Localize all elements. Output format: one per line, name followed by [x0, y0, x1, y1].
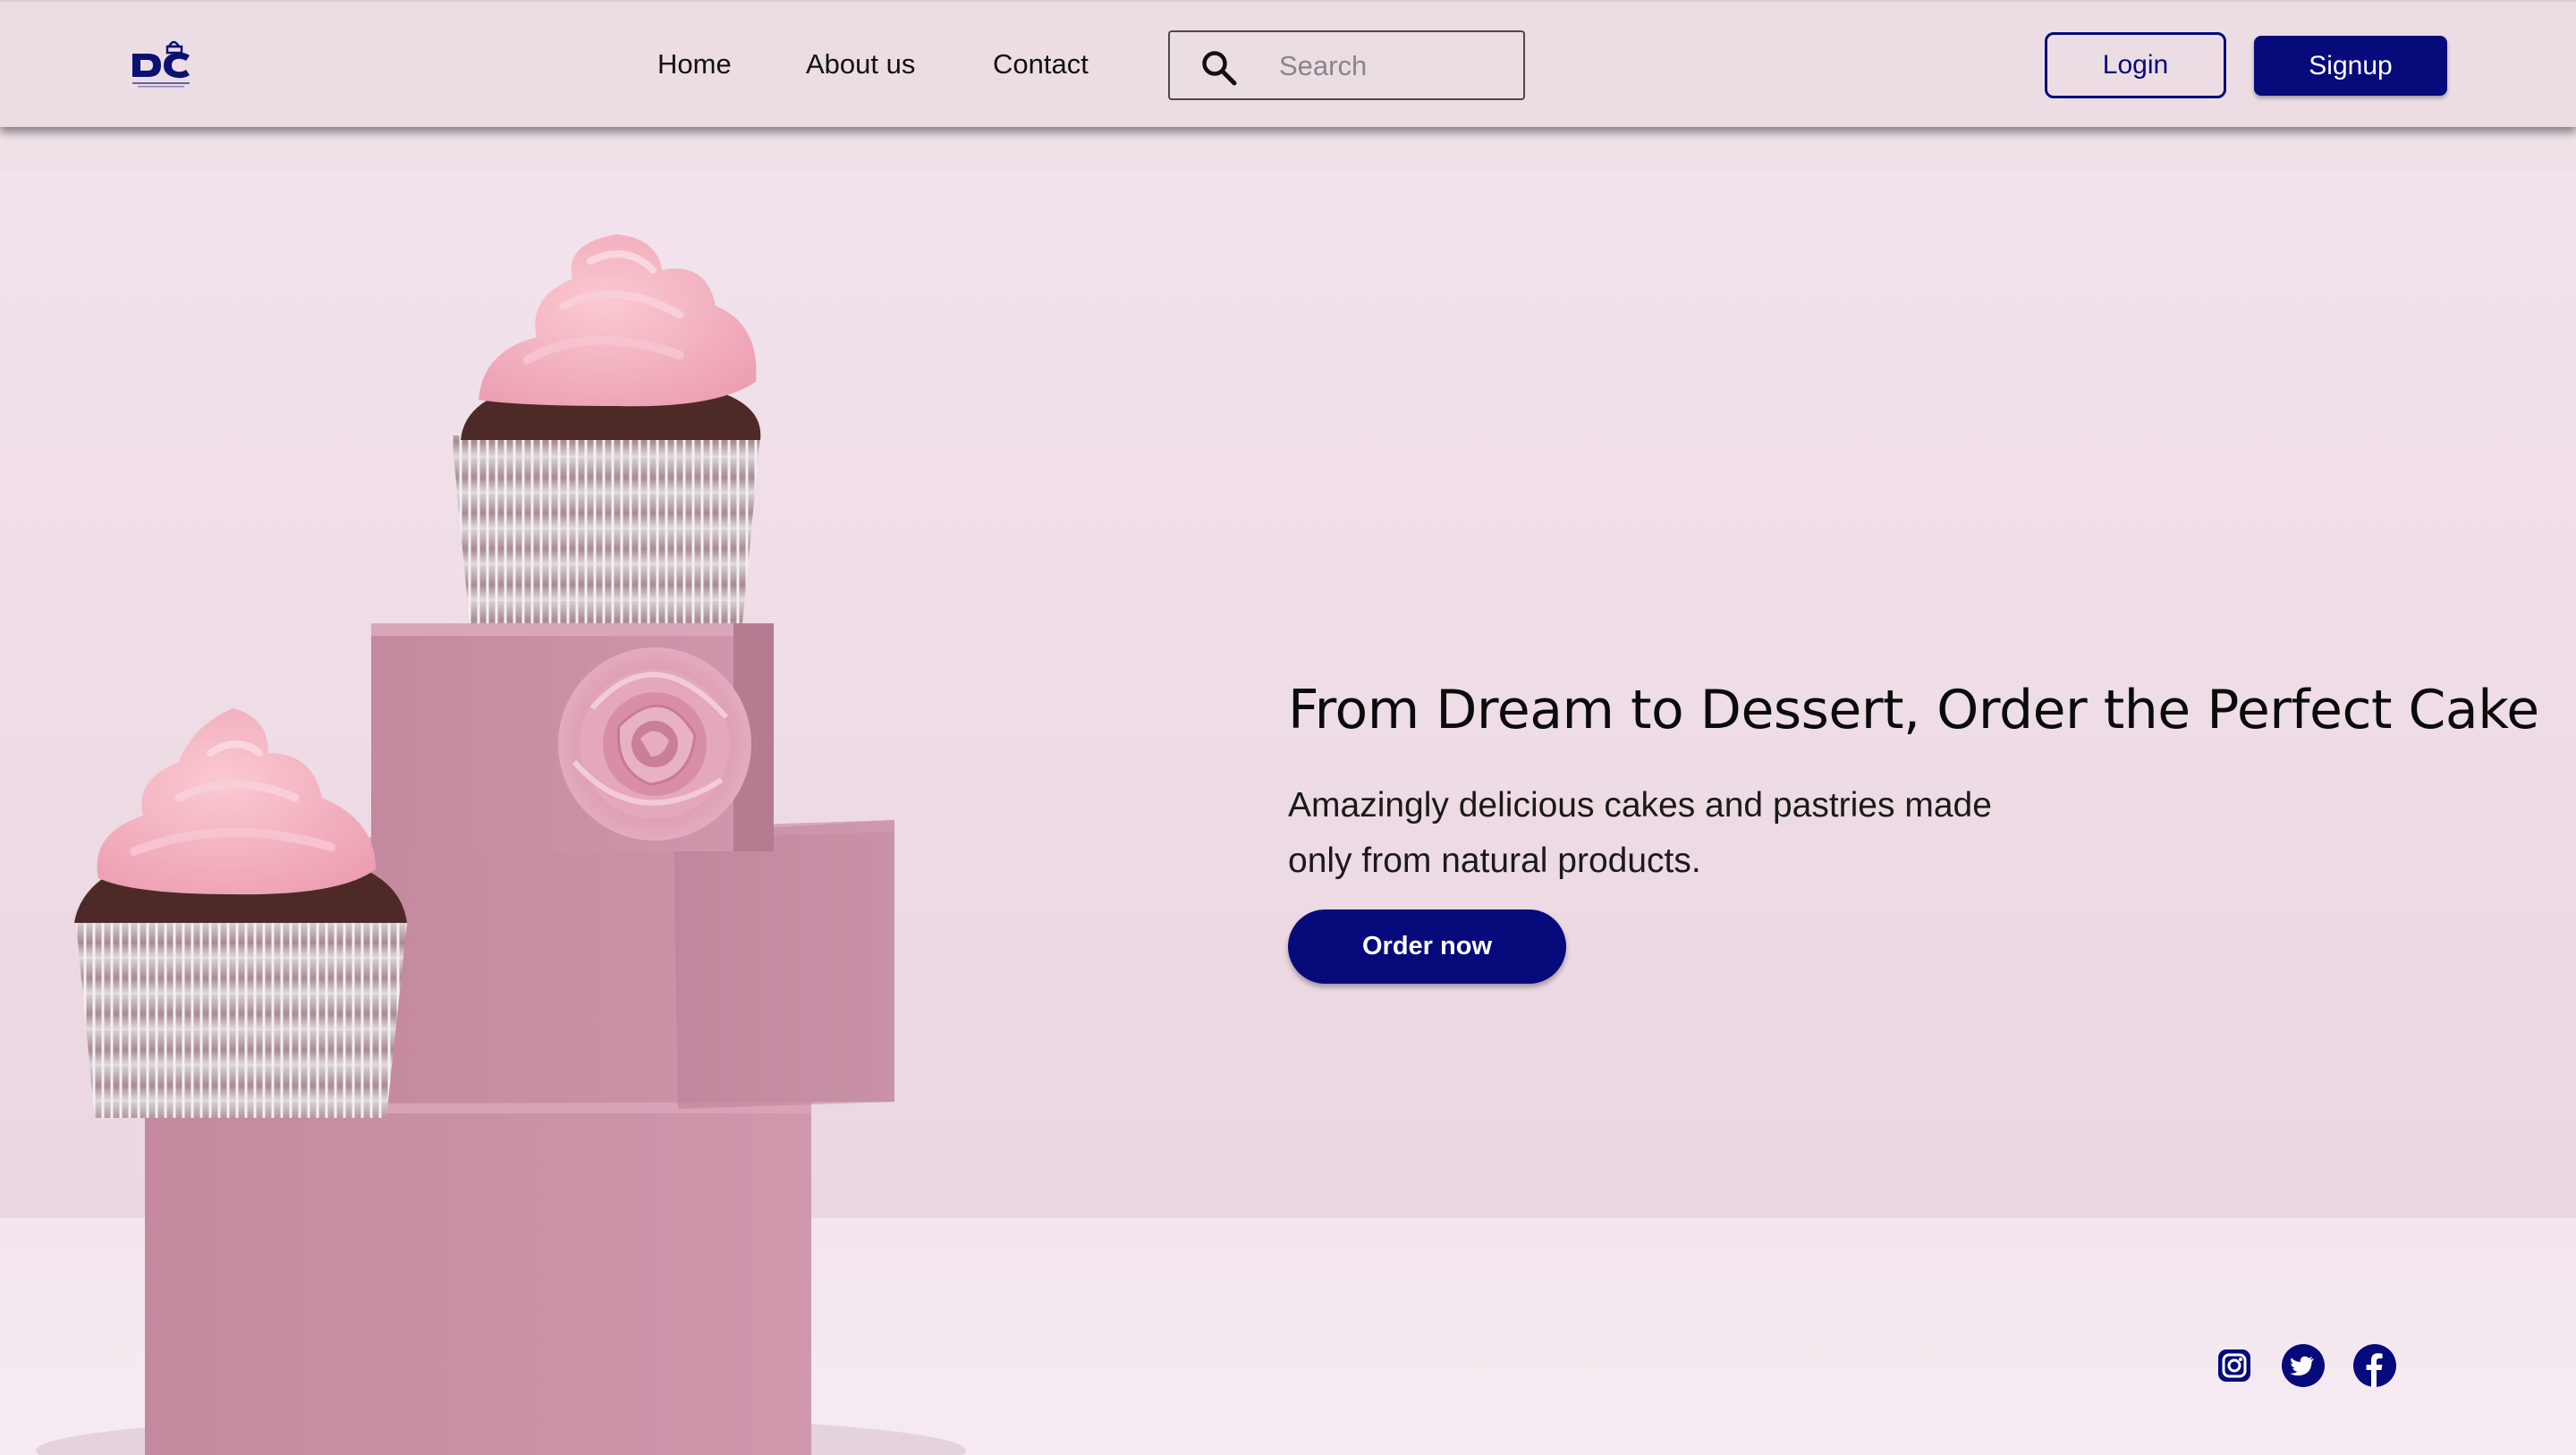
hero-section: From Dream to Dessert, Order the Perfect… — [0, 172, 2576, 1455]
twitter-icon[interactable] — [2281, 1343, 2326, 1388]
signup-button[interactable]: Signup — [2254, 36, 2447, 96]
login-button[interactable]: Login — [2045, 32, 2226, 98]
hero-subtitle: Amazingly delicious cakes and pastries m… — [1288, 778, 2093, 889]
search-icon[interactable] — [1200, 49, 1238, 87]
hero-cupcakes-image — [36, 234, 966, 1455]
dc-cake-logo-icon — [132, 40, 190, 88]
nav-link-home[interactable]: Home — [657, 48, 732, 80]
brand-logo[interactable] — [131, 34, 193, 91]
search-input[interactable] — [1277, 32, 1513, 100]
nav-link-about-us[interactable]: About us — [806, 48, 915, 80]
nav-link-contact[interactable]: Contact — [993, 48, 1089, 80]
hero-subtitle-line-2: only from natural products. — [1288, 842, 1701, 880]
hero-subtitle-line-1: Amazingly delicious cakes and pastries m… — [1288, 786, 1992, 825]
search-box[interactable] — [1168, 30, 1525, 100]
facebook-icon[interactable] — [2352, 1343, 2397, 1388]
hero-title: From Dream to Dessert, Order the Perfect… — [1288, 679, 2539, 741]
navbar: Home About us Contact Login Signup — [0, 0, 2576, 127]
instagram-icon[interactable] — [2212, 1343, 2257, 1388]
order-now-button[interactable]: Order now — [1288, 909, 1566, 984]
